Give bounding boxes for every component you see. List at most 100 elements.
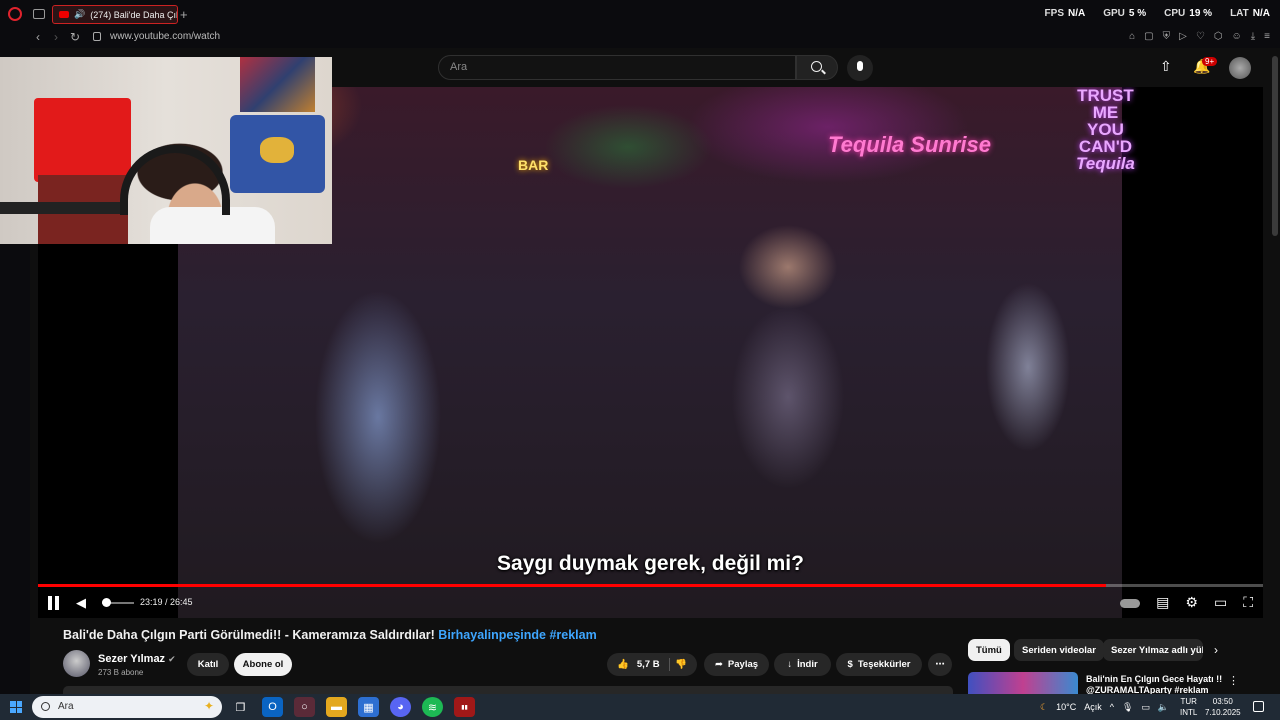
browser-tab-bar: 🔊 (274) Bali'de Daha Çıl + FPS N/A GPU 5 %… [0, 0, 1280, 28]
scrollbar[interactable] [1272, 56, 1278, 236]
time-display: 23:19 / 26:45 [140, 597, 193, 607]
recommended-title[interactable]: Bali'nin En Çılgın Gece Hayatı !! @ZURAM… [1086, 674, 1226, 694]
more-actions-icon[interactable]: ⋯ [928, 653, 952, 676]
subtitles-icon[interactable]: ▤ [1156, 594, 1169, 611]
browser-toolbar: ⌂ ▢ ⛨ ▷ ♡ ⬡ ☺ ⤓ ≡ [1129, 31, 1270, 42]
microphone-arm [0, 202, 120, 214]
player-controls: ◀ 23:19 / 26:45 ▤ ⚙ ▭ ⛶ [38, 592, 1263, 618]
stat-gpu: GPU 5 % [1103, 8, 1147, 19]
opera-logo-icon[interactable] [8, 7, 22, 21]
streaming-app-icon[interactable]: ▮▮ [454, 697, 475, 717]
download-icon[interactable]: ⤓ [1251, 31, 1255, 42]
spotify-icon[interactable]: ≋ [422, 697, 443, 717]
tab-title: (274) Bali'de Daha Çıl [90, 9, 178, 20]
url-field[interactable]: www.youtube.com/watch [110, 31, 220, 42]
tab-youtube[interactable]: 🔊 (274) Bali'de Daha Çıl [52, 5, 178, 24]
heart-icon[interactable]: ♡ [1196, 31, 1205, 42]
network-icon[interactable]: ▭ [1141, 702, 1150, 713]
upload-icon[interactable]: ⇧ [1160, 58, 1172, 75]
extensions-icon[interactable]: ⬡ [1214, 31, 1223, 42]
weather-desc[interactable]: Açık [1084, 702, 1102, 712]
chip-series-videos[interactable]: Seriden videolar [1014, 639, 1104, 661]
volume-icon[interactable]: ◀ [76, 595, 86, 611]
pause-icon[interactable] [48, 596, 60, 610]
share-icon: ➦ [714, 659, 723, 670]
file-explorer-icon[interactable]: ▬ [326, 697, 347, 717]
task-view-icon[interactable]: ❐ [230, 697, 251, 717]
notification-badge: 9+ [1202, 57, 1218, 66]
like-count: 5,7 B [636, 659, 660, 670]
opera-taskbar-icon[interactable]: ○ [294, 697, 315, 717]
mic-tray-icon[interactable]: 🎙 [1122, 702, 1133, 713]
subscribe-button[interactable]: Abone ol [234, 653, 292, 676]
fullscreen-icon[interactable]: ⛶ [1243, 594, 1253, 611]
thanks-button[interactable]: $ Teşekkürler [836, 653, 922, 676]
profile-icon[interactable]: ☺ [1232, 31, 1242, 42]
system-tray: ☾ 10°C Açık ^ 🎙 ▭ 🔈 [1040, 694, 1169, 720]
neon-sign-trust-me: TRUST ME YOU CAN'D Tequila [1076, 87, 1135, 173]
theater-mode-icon[interactable]: ▭ [1214, 594, 1227, 611]
description-box[interactable] [63, 686, 953, 694]
outlook-icon[interactable]: O [262, 697, 283, 717]
like-button[interactable]: 👍 5,7 B 👎 [607, 653, 697, 676]
back-icon[interactable]: ‹ [36, 30, 40, 44]
join-button[interactable]: Katıl [187, 653, 229, 676]
weather-icon[interactable]: ☾ [1040, 702, 1048, 713]
stat-lat: LAT N/A [1230, 8, 1270, 19]
notification-center-icon[interactable] [1253, 701, 1264, 712]
pin-icon[interactable]: ⌂ [1129, 31, 1135, 42]
snapshot-icon[interactable]: ▢ [1144, 31, 1153, 42]
channel-name[interactable]: Sezer Yılmaz ✔ [98, 653, 176, 665]
progress-bar[interactable] [38, 584, 1263, 587]
discord-icon[interactable]: ◕ [390, 697, 411, 717]
video-subtitle: Saygı duymak gerek, değil mi? [497, 552, 804, 575]
windows-start-icon[interactable] [10, 701, 22, 713]
neon-sign-tequila-sunrise: Tequila Sunrise [828, 132, 992, 157]
headphones [120, 145, 230, 215]
search-button[interactable] [796, 55, 838, 80]
avatar[interactable] [1229, 57, 1251, 79]
stat-cpu: CPU 19 % [1164, 8, 1213, 19]
shield-icon[interactable]: ⛨ [1163, 31, 1171, 42]
search-input[interactable]: Ara [438, 55, 796, 80]
volume-tray-icon[interactable]: 🔈 [1158, 702, 1169, 713]
taskbar-apps: ❐ O ○ ▬ ▦ ◕ ≋ ▮▮ [230, 697, 475, 717]
play-icon[interactable]: ▷ [1179, 31, 1187, 42]
temperature[interactable]: 10°C [1056, 702, 1076, 712]
download-button[interactable]: ↓ İndir [774, 653, 831, 676]
thumbs-up-icon: 👍 [617, 659, 629, 670]
speaker-icon[interactable]: 🔊 [74, 9, 85, 20]
forward-icon[interactable]: › [54, 30, 58, 44]
hashtag-link[interactable]: Birhayalinpeşinde #reklam [438, 628, 596, 642]
recommended-more-icon[interactable]: ⋮ [1228, 674, 1239, 687]
neon-sign-bar: BAR [518, 157, 549, 173]
taskbar-search-input[interactable]: Ara ✦ [32, 696, 222, 718]
video-title: Bali'de Daha Çılgın Parti Görülmedi!! - … [63, 628, 597, 642]
stat-fps: FPS N/A [1044, 8, 1086, 19]
share-button[interactable]: ➦ Paylaş [704, 653, 769, 676]
settings-gear-icon[interactable]: ⚙ [1185, 594, 1198, 611]
language-indicator[interactable]: TUR INTL [1180, 696, 1197, 718]
red-panel [34, 98, 131, 182]
recommended-thumbnail[interactable] [968, 672, 1078, 694]
chip-all[interactable]: Tümü [968, 639, 1010, 661]
store-icon[interactable]: ▦ [358, 697, 379, 717]
volume-knob[interactable] [102, 598, 111, 607]
menu-icon[interactable]: ≡ [1264, 31, 1270, 42]
search-icon [811, 61, 822, 72]
wall-art [240, 57, 315, 112]
system-clock[interactable]: 03:50 7.10.2025 [1205, 696, 1241, 718]
tray-chevron-icon[interactable]: ^ [1110, 702, 1114, 712]
search-highlight-icon: ✦ [203, 699, 214, 713]
download-arrow-icon: ↓ [787, 659, 793, 670]
voice-search-icon[interactable] [847, 55, 873, 81]
channel-avatar[interactable] [63, 650, 90, 677]
reload-icon[interactable]: ↻ [70, 30, 80, 44]
new-tab-icon[interactable]: + [180, 7, 188, 22]
performance-stats: FPS N/A GPU 5 % CPU 19 % LAT N/A [1045, 8, 1270, 19]
thumbs-down-icon[interactable]: 👎 [675, 659, 687, 670]
autoplay-toggle[interactable] [1120, 599, 1141, 608]
chip-channel-uploads[interactable]: Sezer Yılmaz adlı yük [1103, 639, 1203, 661]
tab-islands-icon[interactable] [33, 9, 45, 19]
chevron-right-icon[interactable]: › [1214, 643, 1218, 657]
